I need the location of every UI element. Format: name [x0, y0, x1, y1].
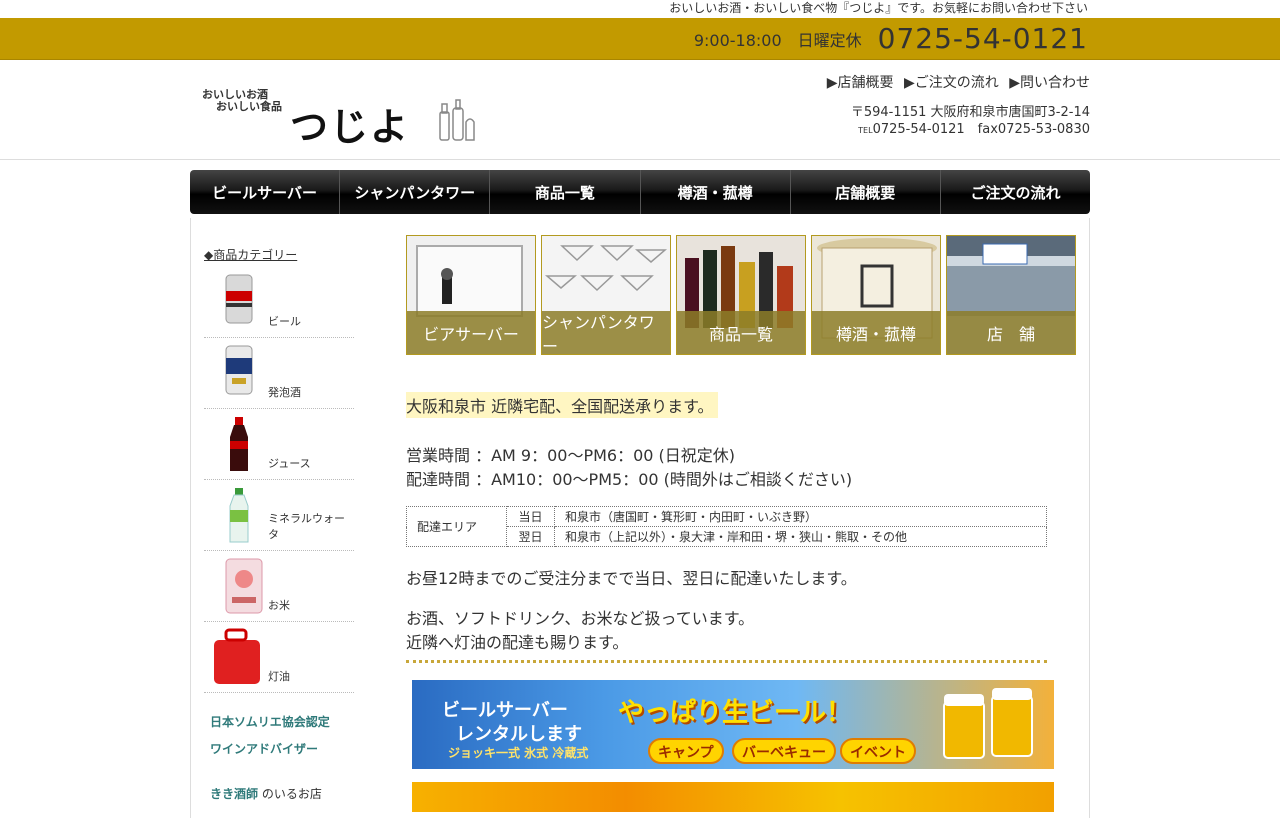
tile-caption: ビアサーバー [407, 311, 535, 354]
tile-champagne-tower[interactable]: シャンパンタワー [541, 235, 671, 355]
main-nav: ビールサーバー シャンパンタワー 商品一覧 樽酒・菰樽 店舗概要 ご注文の流れ [190, 170, 1090, 214]
handles-block: お酒、ソフトドリンク、お米など扱っています。 近隣へ灯油の配達も賜ります。 [406, 607, 1066, 655]
beer-mugs-icon [943, 688, 1033, 759]
when-cell: 当日 [506, 506, 555, 527]
tile-caption: 商品一覧 [677, 311, 805, 354]
sidebar: ◆商品カテゴリー ビール 発泡酒 ジュース ミネラルウォータ お米 灯油 日本ソ… [204, 246, 354, 802]
category-mineral-water[interactable]: ミネラルウォータ [204, 480, 354, 551]
category-rice[interactable]: お米 [204, 551, 354, 622]
kikizakeshi-note: きき酒師 のいるお店 [210, 785, 354, 802]
kerosene-text: 近隣へ灯油の配達も賜ります。 [406, 633, 629, 652]
where-cell: 和泉市（唐国町・箕形町・内田町・いぶき野） [554, 506, 1047, 527]
category-kerosene[interactable]: 灯油 [204, 622, 354, 693]
tile-beer-server[interactable]: ビアサーバー [406, 235, 536, 355]
when-cell: 翌日 [506, 526, 555, 547]
business-hours-text: 営業時間 ：AM 9：00〜PM6：00 (日祝定休) [406, 446, 736, 465]
delivery-hours-text: 配達時間 ：AM10：00〜PM5：00 (時間外はご相談ください) [406, 470, 853, 489]
category-label: ビール [268, 315, 301, 328]
kikizakeshi-label: きき酒師 [210, 787, 259, 801]
tile-taruzake[interactable]: 樽酒・菰樽 [811, 235, 941, 355]
banner-line2: レンタルします [456, 724, 582, 745]
category-label: ミネラルウォータ [268, 512, 345, 541]
nav-champagne-tower[interactable]: シャンパンタワー [340, 170, 491, 214]
hours-block: 営業時間 ：AM 9：00〜PM6：00 (日祝定休) 配達時間 ：AM10：0… [406, 444, 1066, 492]
happoshu-can-icon [225, 345, 253, 395]
site-logo[interactable]: おいしいお酒 おいしい食品 つじよ [200, 82, 480, 149]
header-links: ▶店舗概要 ▶ご注文の流れ ▶問い合わせ [821, 72, 1090, 92]
headline: 大阪和泉市 近隣宅配、全国配送承ります。 [406, 392, 718, 418]
tel-fax: 0725-54-0121 fax0725-53-0830 [872, 122, 1090, 137]
where-cell: 和泉市（上記以外）・泉大津・岸和田・堺・狭山・熊取・その他 [554, 526, 1047, 547]
banner-pill-camp: キャンプ [648, 738, 724, 764]
tel-label: TEL [858, 126, 873, 135]
handles-text: お酒、ソフトドリンク、お米など扱っています。 [406, 609, 755, 628]
kerosene-tank-icon [214, 628, 260, 684]
category-title[interactable]: ◆商品カテゴリー [204, 246, 354, 263]
category-label: お米 [268, 599, 290, 612]
secondary-banner[interactable] [412, 782, 1054, 812]
tile-caption: シャンパンタワー [542, 311, 670, 354]
link-order-flow[interactable]: ▶ご注文の流れ [904, 75, 999, 91]
main-content: 大阪和泉市 近隣宅配、全国配送承ります。 営業時間 ：AM 9：00〜PM6：0… [406, 392, 1066, 655]
nav-order-flow[interactable]: ご注文の流れ [940, 170, 1090, 214]
banner-catch: やっぱり生ビール！ [618, 698, 853, 728]
link-contact[interactable]: ▶問い合わせ [1009, 75, 1090, 91]
logo-name: つじよ [290, 105, 411, 149]
tile-store[interactable]: 店 舗 [946, 235, 1076, 355]
delivery-area-table: 配達エリア 当日 和泉市（唐国町・箕形町・内田町・いぶき野） 翌日 和泉市（上記… [406, 506, 1047, 547]
address-block: 〒594-1151 大阪府和泉市唐国町3-2-14 TEL0725-54-012… [851, 104, 1090, 139]
table-row: 配達エリア 当日 和泉市（唐国町・箕形町・内田町・いぶき野） [406, 506, 1047, 547]
tile-caption: 店 舗 [947, 311, 1075, 354]
dotted-divider [406, 660, 1047, 663]
kikizakeshi-rest: のいるお店 [258, 787, 322, 801]
beer-can-icon [225, 274, 253, 324]
nav-taruzake[interactable]: 樽酒・菰樽 [640, 170, 791, 214]
phone-number[interactable]: 0725-54-0121 [878, 22, 1088, 55]
category-label: 発泡酒 [268, 386, 301, 399]
top-note: おいしいお酒・おいしい食べ物『つじよ』です。お気軽にお問い合わせ下さい [669, 1, 1088, 15]
category-happoshu[interactable]: 発泡酒 [204, 338, 354, 409]
info-bar: 9:00-18:00 日曜定休 0725-54-0121 [0, 18, 1280, 60]
tile-products[interactable]: 商品一覧 [676, 235, 806, 355]
logo-tagline-2: おいしい食品 [216, 100, 282, 113]
category-juice[interactable]: ジュース [204, 409, 354, 480]
category-label: ジュース [268, 457, 311, 470]
tile-caption: 樽酒・菰樽 [812, 311, 940, 354]
water-bottle-icon [229, 488, 249, 543]
banner-line3: ジョッキ一式 氷式 冷蔵式 [448, 746, 589, 760]
business-hours: 9:00-18:00 日曜定休 [693, 30, 862, 50]
rice-bag-icon [225, 558, 263, 614]
feature-tiles: ビアサーバー シャンパンタワー 商品一覧 樽酒・菰樽 店 舗 [406, 235, 1076, 355]
nav-store-info[interactable]: 店舗概要 [790, 170, 941, 214]
nav-beer-server[interactable]: ビールサーバー [190, 170, 341, 214]
address: 〒594-1151 大阪府和泉市唐国町3-2-14 [850, 105, 1090, 120]
same-day-note: お昼12時までのご受注分までで当日、翌日に配達いたします。 [406, 569, 857, 588]
cola-bottle-icon [230, 417, 248, 471]
beer-server-banner[interactable]: ビールサーバー レンタルします ジョッキ一式 氷式 冷蔵式 やっぱり生ビール！ … [412, 680, 1054, 769]
nav-products[interactable]: 商品一覧 [490, 170, 641, 214]
sommelier-badge: 日本ソムリエ協会認定 [210, 715, 330, 729]
bottles-icon [439, 99, 475, 141]
area-label: 配達エリア [406, 506, 507, 547]
category-beer[interactable]: ビール [204, 267, 354, 338]
banner-line1: ビールサーバー [442, 700, 568, 721]
wine-advisor-badge: ワインアドバイザー [210, 742, 319, 756]
banner-pill-bbq: バーベキュー [732, 738, 836, 764]
link-store-info[interactable]: ▶店舗概要 [827, 75, 894, 91]
category-label: 灯油 [268, 670, 290, 683]
site-header: おいしいお酒 おいしい食品 つじよ ▶店舗概要 ▶ご注文の流れ ▶問い合わせ 〒… [0, 60, 1280, 160]
banner-pill-event: イベント [840, 738, 916, 764]
